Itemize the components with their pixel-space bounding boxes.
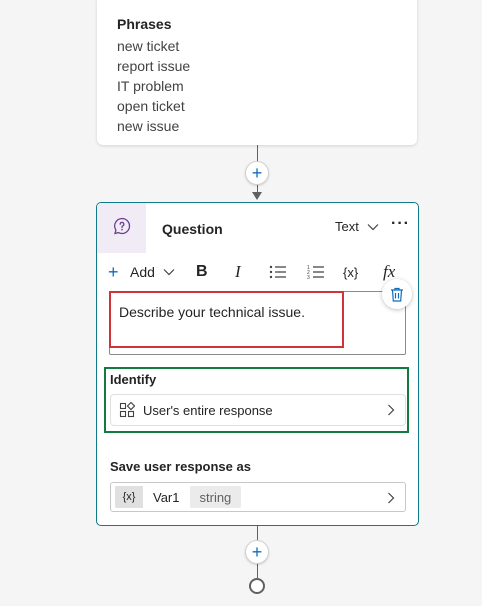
phrases-card[interactable]: Phrases new ticket report issue IT probl… [97,0,417,145]
save-response-variable-picker[interactable]: {x} Var1 string [110,482,406,512]
variable-icon[interactable]: {x} [343,261,358,283]
variable-name: Var1 [153,489,180,505]
add-node-button[interactable]: + [245,540,269,564]
question-icon-box [97,203,146,253]
variable-type: string [189,486,242,508]
end-node [249,578,265,594]
variable-icon: {x} [115,486,143,508]
variable-chip[interactable]: {x} Var1 string [115,486,242,508]
chevron-down-icon[interactable] [163,261,175,283]
svg-text:3: 3 [307,275,310,280]
response-type-dropdown[interactable]: Text [335,219,379,234]
phrase-item: new ticket [117,38,180,54]
message-toolbar: + Add B I 1 2 3 {x} fx [97,257,418,287]
phrase-item: open ticket [117,98,185,114]
trash-icon[interactable] [382,279,412,309]
connector-arrow [252,192,262,200]
add-button[interactable]: Add [130,261,155,283]
bullet-list-icon[interactable] [269,261,287,283]
phrase-item: new issue [117,118,180,134]
phrase-item: IT problem [117,78,184,94]
chevron-down-icon [367,219,379,234]
response-type-label: Text [335,219,359,234]
chevron-right-icon [387,491,395,509]
more-icon[interactable]: ··· [391,215,410,233]
question-title: Question [162,221,223,237]
phrases-title: Phrases [117,16,172,32]
message-highlight [109,291,344,348]
add-node-button[interactable]: + [245,161,269,185]
question-node[interactable]: Question Text ··· + Add B I 1 2 3 {x} fx [96,202,419,526]
phrase-item: report issue [117,58,191,74]
bold-icon[interactable]: B [196,261,208,283]
phrases-list: new ticket report issue IT problem open … [117,36,190,136]
chat-help-icon [112,216,132,241]
add-plus-icon[interactable]: + [108,261,119,283]
italic-icon[interactable]: I [235,261,241,283]
save-response-label: Save user response as [110,459,251,474]
numbered-list-icon[interactable]: 1 2 3 [307,261,325,283]
identify-highlight [104,367,409,433]
